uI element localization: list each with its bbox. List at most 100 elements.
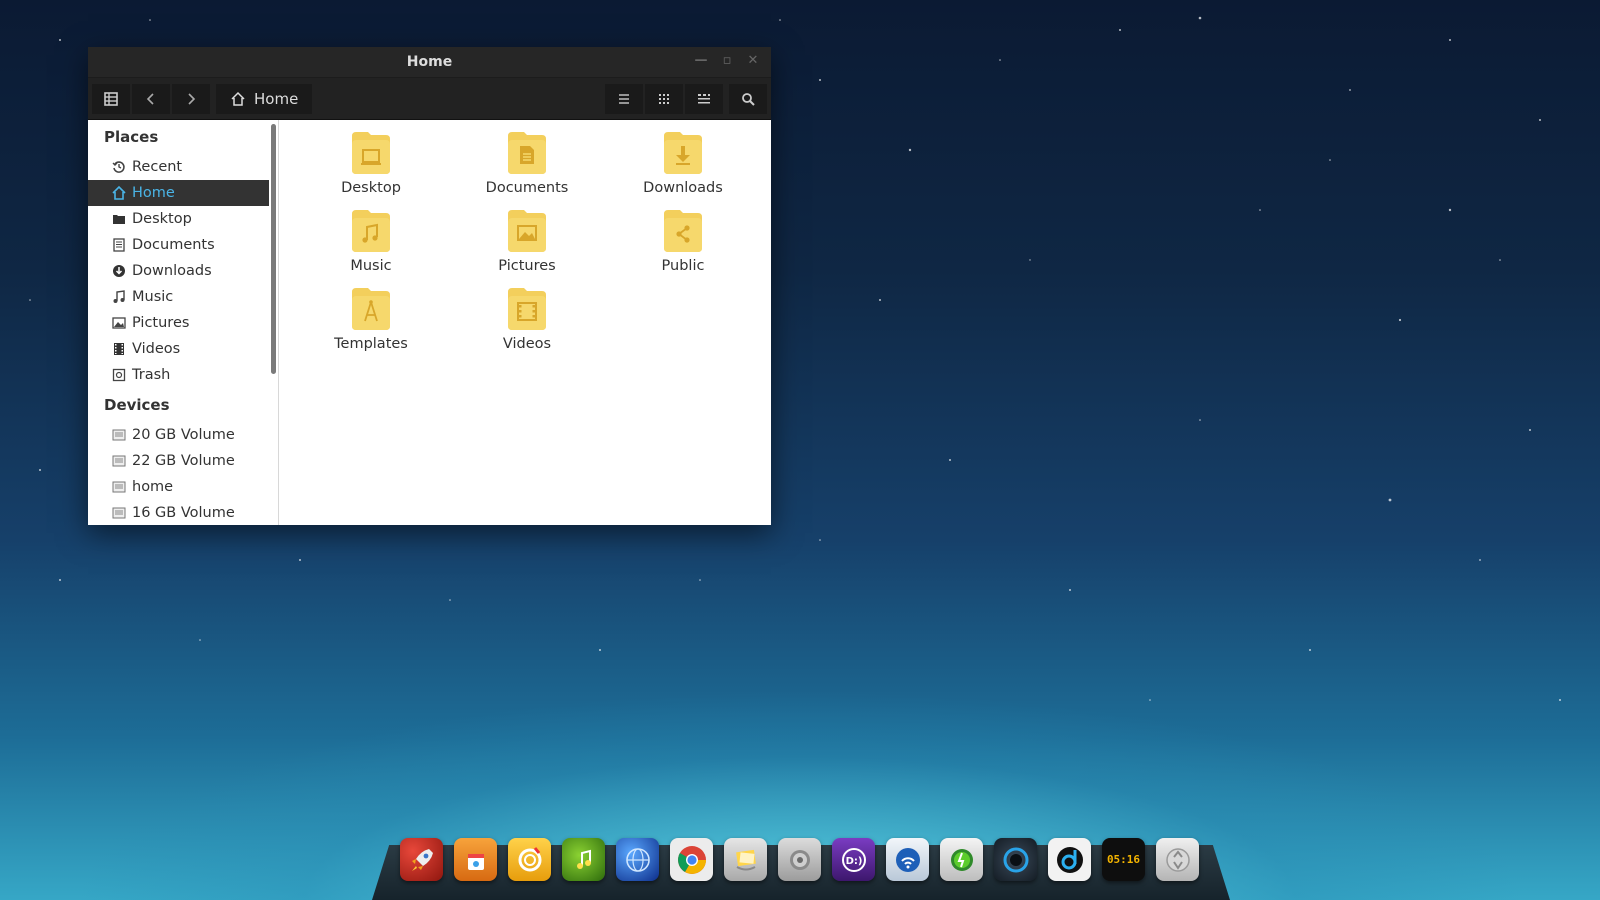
back-button[interactable] — [132, 83, 170, 114]
chrome-icon[interactable] — [670, 838, 713, 881]
power-icon[interactable] — [940, 838, 983, 881]
sidebar-item-label: Music — [132, 289, 174, 305]
downloads-icon — [113, 265, 125, 277]
dock: D:) 05:16 — [400, 838, 1199, 881]
chevron-left-icon — [146, 92, 154, 105]
devices-header: Devices — [104, 396, 170, 414]
sidebar-item-videos[interactable]: Videos — [88, 336, 278, 362]
file-item-downloads[interactable]: Downloads — [618, 130, 748, 196]
sidebar-item-desktop[interactable]: Desktop — [88, 206, 278, 232]
network-icon[interactable] — [886, 838, 929, 881]
search-button[interactable] — [729, 84, 767, 114]
breadcrumb-home[interactable]: Home — [216, 83, 313, 114]
sidebar-item-label: Videos — [132, 341, 181, 357]
sidebar-scrollbar[interactable] — [271, 124, 276, 374]
sidebar-item-label: 16 GB Volume — [132, 505, 235, 521]
breadcrumb-label: Home — [254, 89, 299, 108]
title-bar[interactable]: Home — ▫ ✕ — [88, 47, 771, 78]
wifi-icon — [895, 847, 920, 872]
grid-view-icon — [659, 94, 669, 104]
settings-icon[interactable] — [778, 838, 821, 881]
pictures-folder-icon — [508, 210, 546, 252]
recent-icon — [112, 161, 125, 173]
chevron-right-icon — [188, 92, 196, 105]
sidebar-item-home[interactable]: Home — [88, 180, 269, 206]
d-music-logo-icon — [1056, 846, 1083, 873]
music-icon — [113, 290, 125, 303]
list-view-icon — [619, 94, 629, 104]
clock-time: 05:16 — [1106, 853, 1141, 866]
file-label: Documents — [485, 180, 569, 196]
compact-view-button[interactable] — [685, 84, 723, 114]
burner-icon[interactable] — [508, 838, 551, 881]
public-folder-icon — [664, 210, 702, 252]
sidebar-item-label: 22 GB Volume — [132, 453, 235, 469]
file-item-music[interactable]: Music — [306, 208, 436, 274]
drive-icon — [112, 429, 126, 441]
music-player-icon[interactable] — [562, 838, 605, 881]
file-item-videos[interactable]: Videos — [462, 286, 592, 352]
notes-icon[interactable] — [724, 838, 767, 881]
window-controls: — ▫ ✕ — [693, 53, 761, 68]
notepad-icon — [735, 849, 756, 870]
videos-folder-icon — [508, 288, 546, 330]
sidebar-item-volume-20gb[interactable]: 20 GB Volume — [88, 422, 278, 448]
d-logo-icon: D:) — [841, 847, 866, 872]
sidebar-item-label: Downloads — [132, 263, 212, 279]
recycle-bin-icon[interactable] — [1156, 838, 1199, 881]
sidebar-item-label: Desktop — [132, 211, 192, 227]
svg-text:D:): D:) — [845, 856, 862, 867]
power-button-icon — [950, 848, 973, 871]
file-item-templates[interactable]: Templates — [306, 286, 436, 352]
desktop-folder-icon — [113, 215, 125, 224]
minimize-button[interactable]: — — [693, 53, 709, 68]
grid-view-button[interactable] — [645, 84, 683, 114]
maximize-button[interactable]: ▫ — [719, 53, 735, 68]
sidebar-item-recent[interactable]: Recent — [88, 154, 278, 180]
file-item-pictures[interactable]: Pictures — [462, 208, 592, 274]
file-item-desktop[interactable]: Desktop — [306, 130, 436, 196]
drive-icon — [112, 507, 126, 519]
toolbar: Home — [88, 78, 771, 121]
sidebar-item-volume-16gb[interactable]: 16 GB Volume — [88, 500, 278, 525]
sidebar-item-label: Trash — [132, 367, 171, 383]
drive-icon — [112, 481, 126, 493]
home-icon — [112, 186, 126, 200]
sidebar-item-music[interactable]: Music — [88, 284, 278, 310]
sidebar-toggle-button[interactable] — [92, 83, 130, 114]
music-note-icon — [576, 849, 591, 869]
deepin-music-icon[interactable] — [1048, 838, 1091, 881]
sidebar-grid-icon — [104, 91, 118, 106]
sidebar-item-label: Pictures — [132, 315, 190, 331]
sidebar-item-trash[interactable]: Trash — [88, 362, 278, 388]
file-label: Desktop — [341, 180, 401, 196]
desktop-folder-icon — [352, 132, 390, 174]
camera-lens-icon[interactable] — [994, 838, 1037, 881]
file-item-documents[interactable]: Documents — [462, 130, 592, 196]
sidebar-item-pictures[interactable]: Pictures — [88, 310, 278, 336]
lens-ring-icon — [1003, 847, 1028, 872]
file-label: Videos — [502, 336, 552, 352]
templates-folder-icon — [352, 288, 390, 330]
clock-icon[interactable]: 05:16 — [1102, 838, 1145, 881]
places-header: Places — [104, 128, 159, 146]
file-label: Music — [350, 258, 392, 274]
drive-icon — [112, 455, 126, 467]
downloads-folder-icon — [664, 132, 702, 174]
close-button[interactable]: ✕ — [745, 53, 761, 68]
rocket-icon — [411, 848, 433, 871]
file-label: Downloads — [643, 180, 723, 196]
recycle-icon — [1165, 847, 1190, 872]
sidebar: Places Recent Home Desktop Documents Dow… — [88, 120, 279, 525]
store-icon[interactable] — [454, 838, 497, 881]
sidebar-item-home-volume[interactable]: home — [88, 474, 278, 500]
sidebar-item-documents[interactable]: Documents — [88, 232, 278, 258]
deepin-d-icon[interactable]: D:) — [832, 838, 875, 881]
list-view-button[interactable] — [605, 84, 643, 114]
file-item-public[interactable]: Public — [618, 208, 748, 274]
sidebar-item-volume-22gb[interactable]: 22 GB Volume — [88, 448, 278, 474]
launcher-rocket-icon[interactable] — [400, 838, 443, 881]
sidebar-item-downloads[interactable]: Downloads — [88, 258, 278, 284]
forward-button[interactable] — [172, 83, 210, 114]
browser-globe-icon[interactable] — [616, 838, 659, 881]
